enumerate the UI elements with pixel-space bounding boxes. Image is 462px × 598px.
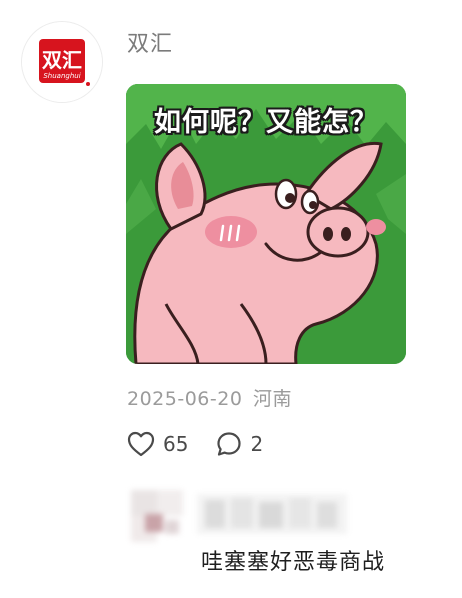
comment-count: 2 bbox=[250, 432, 264, 456]
comment-bubble-icon bbox=[217, 432, 242, 456]
commenter-name-blurred[interactable] bbox=[197, 494, 347, 534]
post-image[interactable]: 如何呢？又能怎？ bbox=[126, 84, 406, 364]
author-name[interactable]: 双汇 bbox=[127, 26, 173, 58]
like-button[interactable]: 65 bbox=[127, 431, 188, 457]
comment-item: 哇塞塞好恶毒商战 bbox=[127, 490, 427, 580]
like-count: 65 bbox=[163, 432, 189, 456]
commenter-avatar-blurred[interactable] bbox=[131, 490, 183, 542]
post-card: 双汇 Shuanghui 双汇 如何呢？又能怎？ 2025-06-20 河南 6… bbox=[0, 0, 462, 598]
post-meta: 2025-06-20 河南 bbox=[127, 384, 292, 411]
post-actions: 65 2 bbox=[127, 428, 263, 460]
comment-button[interactable]: 2 bbox=[216, 431, 263, 457]
shuanghui-logo: 双汇 Shuanghui bbox=[22, 22, 102, 102]
heart-icon bbox=[127, 431, 155, 457]
logo-subtext: Shuanghui bbox=[43, 72, 80, 80]
post-date: 2025-06-20 bbox=[127, 388, 243, 410]
post-location: 河南 bbox=[252, 388, 292, 410]
author-avatar[interactable]: 双汇 Shuanghui bbox=[22, 22, 102, 102]
meme-caption: 如何呢？又能怎？ bbox=[154, 107, 378, 138]
logo-text: 双汇 bbox=[42, 48, 82, 72]
comment-text: 哇塞塞好恶毒商战 bbox=[201, 550, 386, 575]
